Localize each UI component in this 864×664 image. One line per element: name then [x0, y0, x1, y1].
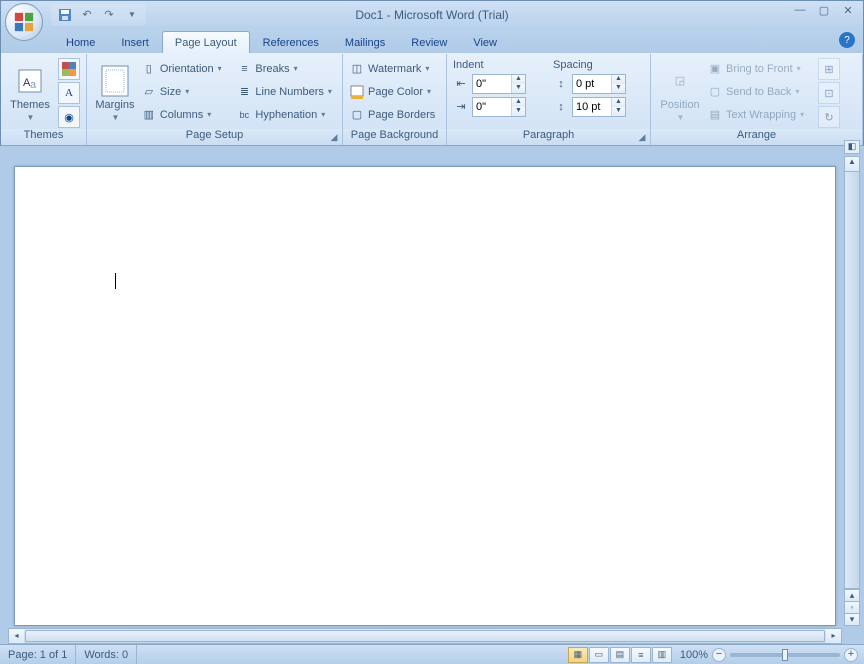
workspace: ◧ ▲ ▼ ▴ ◦ ▾ ◂ ▸ — [0, 146, 864, 644]
group-themes: Aa Themes ▼ A ◉ Themes — [1, 54, 87, 145]
indent-right-input[interactable]: ▲▼ — [472, 97, 526, 117]
size-icon: ▱ — [141, 84, 157, 100]
tab-home[interactable]: Home — [53, 31, 108, 53]
quick-access-toolbar: ↶ ↷ ▼ — [51, 4, 146, 26]
bring-to-front-button: ▣Bring to Front▾ — [705, 57, 817, 80]
view-print-layout[interactable]: ▦ — [568, 647, 588, 663]
orientation-icon: ▯ — [141, 61, 157, 77]
page-color-button[interactable]: Page Color▾ — [347, 80, 442, 103]
position-button: ◲ Position▼ — [655, 57, 705, 129]
zoom-slider[interactable] — [730, 653, 840, 657]
save-icon[interactable] — [57, 7, 73, 23]
margins-button[interactable]: Margins▼ — [91, 57, 139, 129]
title-bar: ↶ ↷ ▼ Doc1 - Microsoft Word (Trial) — ▢ … — [1, 1, 863, 28]
themes-button[interactable]: Aa Themes ▼ — [5, 57, 55, 129]
zoom-out-button[interactable]: − — [712, 648, 726, 662]
ribbon: Aa Themes ▼ A ◉ Themes Margins▼ ▯Orienta… — [1, 53, 863, 146]
view-web-layout[interactable]: ▤ — [610, 647, 630, 663]
space-after-input[interactable]: ▲▼ — [572, 97, 626, 117]
theme-effects-button[interactable]: ◉ — [58, 106, 80, 128]
page-borders-button[interactable]: ▢Page Borders — [347, 103, 442, 126]
size-button[interactable]: ▱Size▾ — [139, 80, 235, 103]
orientation-button[interactable]: ▯Orientation▾ — [139, 57, 235, 80]
group-page-background: ◫Watermark▾ Page Color▾ ▢Page Borders Pa… — [343, 54, 447, 145]
align-button: ⊞ — [818, 58, 840, 80]
ribbon-tabs: Home Insert Page Layout References Maili… — [1, 28, 863, 53]
status-words[interactable]: Words: 0 — [76, 645, 137, 664]
status-page[interactable]: Page: 1 of 1 — [0, 645, 76, 664]
office-button[interactable] — [5, 3, 43, 41]
svg-text:a: a — [30, 79, 37, 91]
redo-icon[interactable]: ↷ — [101, 7, 117, 23]
group-button: ⊡ — [818, 82, 840, 104]
indent-left-icon: ⇤ — [453, 76, 469, 92]
scroll-up-icon[interactable]: ▲ — [845, 157, 859, 172]
themes-icon: Aa — [14, 65, 46, 97]
group-page-setup: Margins▼ ▯Orientation▾ ▱Size▾ ▥Columns▾ … — [87, 54, 343, 145]
page-borders-icon: ▢ — [349, 107, 365, 123]
indent-left-input[interactable]: ▲▼ — [472, 74, 526, 94]
line-numbers-button[interactable]: ≣Line Numbers▾ — [234, 80, 338, 103]
breaks-button[interactable]: ≡Breaks▾ — [234, 57, 338, 80]
tab-insert[interactable]: Insert — [108, 31, 162, 53]
theme-fonts-button[interactable]: A — [58, 82, 80, 104]
minimize-button[interactable]: — — [791, 4, 809, 17]
zoom-level[interactable]: 100% — [680, 649, 708, 661]
view-full-screen[interactable]: ▭ — [589, 647, 609, 663]
dialog-launcher-icon[interactable]: ◢ — [636, 132, 648, 144]
space-before-input[interactable]: ▲▼ — [572, 74, 626, 94]
rotate-button: ↻ — [818, 106, 840, 128]
group-label: Themes — [1, 129, 86, 145]
ruler-toggle[interactable]: ◧ — [844, 140, 860, 154]
text-wrapping-button: ▤Text Wrapping▾ — [705, 103, 817, 126]
close-button[interactable]: ✕ — [839, 4, 857, 17]
group-paragraph: Indent ⇤ ▲▼ ⇥ ▲▼ Spacing ↕ ▲▼ ↕ ▲▼ Parag… — [447, 54, 651, 145]
tab-page-layout[interactable]: Page Layout — [162, 31, 250, 53]
undo-icon[interactable]: ↶ — [79, 7, 95, 23]
view-draft[interactable]: ▥ — [652, 647, 672, 663]
line-numbers-icon: ≣ — [236, 84, 252, 100]
space-after-icon: ↕ — [553, 99, 569, 115]
page-color-icon — [349, 84, 365, 100]
window-title: Doc1 - Microsoft Word (Trial) — [355, 8, 508, 22]
position-icon: ◲ — [664, 65, 696, 97]
columns-icon: ▥ — [141, 107, 157, 123]
breaks-icon: ≡ — [236, 61, 252, 77]
tab-review[interactable]: Review — [398, 31, 460, 53]
dialog-launcher-icon[interactable]: ◢ — [328, 132, 340, 144]
tab-view[interactable]: View — [460, 31, 510, 53]
scroll-thumb[interactable] — [25, 630, 825, 642]
hyphenation-button[interactable]: bcHyphenation▾ — [234, 103, 338, 126]
next-page-button[interactable]: ▾ — [844, 613, 860, 626]
send-to-back-button: ▢Send to Back▾ — [705, 80, 817, 103]
scroll-right-icon[interactable]: ▸ — [826, 629, 841, 643]
zoom-in-button[interactable]: + — [844, 648, 858, 662]
qat-customize-icon[interactable]: ▼ — [124, 7, 140, 23]
restore-button[interactable]: ▢ — [815, 4, 833, 17]
text-cursor — [115, 273, 116, 289]
help-icon[interactable]: ? — [839, 32, 855, 48]
space-before-icon: ↕ — [553, 76, 569, 92]
status-bar: Page: 1 of 1 Words: 0 ▦ ▭ ▤ ≡ ▥ 100% − + — [0, 644, 864, 664]
vertical-scrollbar[interactable]: ▲ ▼ — [844, 156, 860, 604]
view-outline[interactable]: ≡ — [631, 647, 651, 663]
theme-colors-button[interactable] — [58, 58, 80, 80]
bring-front-icon: ▣ — [707, 61, 723, 77]
tab-mailings[interactable]: Mailings — [332, 31, 398, 53]
tab-references[interactable]: References — [250, 31, 332, 53]
group-arrange: ◲ Position▼ ▣Bring to Front▾ ▢Send to Ba… — [651, 54, 863, 145]
margins-icon — [99, 65, 131, 97]
send-back-icon: ▢ — [707, 84, 723, 100]
watermark-icon: ◫ — [349, 61, 365, 77]
watermark-button[interactable]: ◫Watermark▾ — [347, 57, 442, 80]
text-wrap-icon: ▤ — [707, 107, 723, 123]
scroll-left-icon[interactable]: ◂ — [9, 629, 24, 643]
chevron-down-icon: ▼ — [27, 113, 35, 122]
document-page[interactable] — [14, 166, 836, 626]
hyphenation-icon: bc — [236, 107, 252, 123]
indent-right-icon: ⇥ — [453, 99, 469, 115]
columns-button[interactable]: ▥Columns▾ — [139, 103, 235, 126]
horizontal-scrollbar[interactable]: ◂ ▸ — [8, 628, 842, 644]
